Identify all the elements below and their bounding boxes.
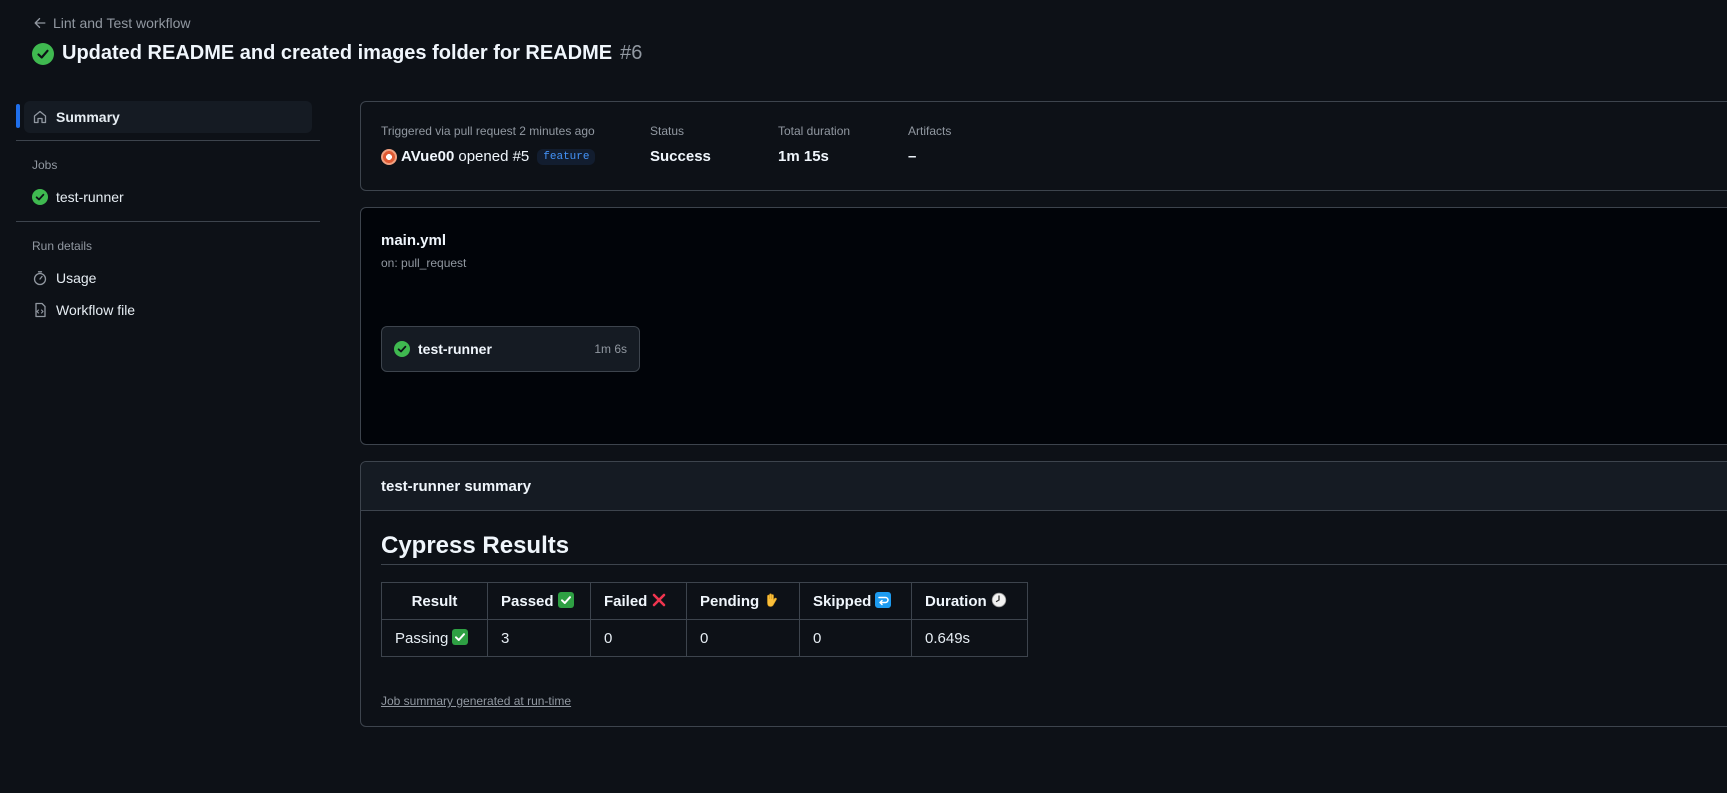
column-header-passed: Passed xyxy=(487,582,591,620)
trigger-info: Triggered via pull request 2 minutes ago… xyxy=(381,124,596,165)
column-header-skipped: Skipped xyxy=(799,582,912,620)
job-duration: 1m 6s xyxy=(594,342,627,356)
sidebar-item-label: Summary xyxy=(56,109,120,125)
branch-badge[interactable]: feature xyxy=(537,148,596,165)
duration-value: 1m 15s xyxy=(778,148,829,165)
sidebar-divider xyxy=(16,221,320,222)
status-label: Status xyxy=(650,124,685,138)
clock-icon xyxy=(991,592,1007,608)
column-header-failed: Failed xyxy=(590,582,687,620)
workflow-file-name: main.yml xyxy=(381,232,447,249)
duration-info: Total duration 1m 15s xyxy=(778,124,850,165)
trigger-label: Triggered via pull request 2 minutes ago xyxy=(381,124,595,138)
duration-label: Total duration xyxy=(778,124,851,138)
success-check-icon xyxy=(32,189,48,205)
job-summary-header: test-runner summary xyxy=(361,462,1727,511)
cross-mark-icon xyxy=(651,592,667,608)
sidebar-item-test-runner[interactable]: test-runner xyxy=(32,189,124,205)
results-table: Result Passed Failed Pending Skipped Dur… xyxy=(381,582,1028,657)
column-header-pending: Pending xyxy=(686,582,800,620)
sidebar-item-label: Workflow file xyxy=(56,302,136,318)
trigger-value: AVue00 opened #5 feature xyxy=(381,148,596,165)
success-check-icon xyxy=(32,42,54,65)
workflow-trigger: on: pull_request xyxy=(381,256,467,270)
run-number: #6 xyxy=(620,42,643,64)
job-name: test-runner xyxy=(418,341,492,357)
status-info: Status Success xyxy=(650,124,711,165)
file-code-icon xyxy=(35,302,46,318)
page-title: Updated README and created images folder… xyxy=(32,42,642,65)
sidebar-run-details-heading: Run details xyxy=(32,239,93,253)
stopwatch-icon xyxy=(33,271,47,286)
avatar xyxy=(381,148,397,165)
job-card-test-runner[interactable]: test-runner 1m 6s xyxy=(381,326,640,372)
job-summary-heading: test-runner summary xyxy=(381,478,532,495)
cypress-results-title: Cypress Results xyxy=(381,532,570,559)
cell-passed: 3 xyxy=(487,619,591,657)
heading-rule xyxy=(381,564,1727,565)
workflow-graph-panel: main.yml on: pull_request test-runner 1m… xyxy=(360,207,1727,445)
sidebar-active-indicator xyxy=(16,104,20,128)
status-value: Success xyxy=(650,148,711,165)
sidebar-item-summary[interactable]: Summary xyxy=(24,101,312,133)
check-mark-button-icon xyxy=(452,629,469,645)
job-summary-panel: test-runner summary Cypress Results Resu… xyxy=(360,461,1727,727)
column-header-result: Result xyxy=(381,582,488,620)
cell-duration: 0.649s xyxy=(911,619,1028,657)
table-row: Passing 3 0 0 0 0.649s xyxy=(381,619,1028,657)
sidebar-item-label: test-runner xyxy=(56,189,124,205)
artifacts-label: Artifacts xyxy=(908,124,952,138)
cell-pending: 0 xyxy=(686,619,800,657)
actor-link[interactable]: AVue00 xyxy=(401,148,454,165)
cell-result: Passing xyxy=(381,619,488,657)
arrow-left-icon xyxy=(34,17,46,29)
sidebar-divider xyxy=(16,140,320,141)
opened-pr-link[interactable]: opened #5 xyxy=(458,148,529,165)
cell-skipped: 0 xyxy=(799,619,912,657)
check-mark-button-icon xyxy=(557,592,574,608)
run-title: Updated README and created images folder… xyxy=(62,42,613,64)
table-header-row: Result Passed Failed Pending Skipped Dur… xyxy=(381,582,1028,620)
sidebar-item-workflow-file[interactable]: Workflow file xyxy=(32,302,135,318)
job-summary-footer-link[interactable]: Job summary generated at run-time xyxy=(381,694,571,708)
run-info-panel: Triggered via pull request 2 minutes ago… xyxy=(360,101,1727,191)
artifacts-info: Artifacts – xyxy=(908,124,951,165)
raised-hand-icon xyxy=(763,592,779,608)
column-header-duration: Duration xyxy=(911,582,1028,620)
artifacts-value: – xyxy=(908,148,917,165)
success-check-icon xyxy=(394,341,410,357)
back-to-workflow-link[interactable]: Lint and Test workflow xyxy=(33,15,190,31)
cell-failed: 0 xyxy=(590,619,687,657)
sidebar-item-usage[interactable]: Usage xyxy=(32,270,96,286)
sidebar-item-label: Usage xyxy=(56,270,97,286)
back-link-label: Lint and Test workflow xyxy=(53,15,191,31)
home-icon xyxy=(33,110,47,124)
return-arrow-icon xyxy=(875,592,892,608)
sidebar-jobs-heading: Jobs xyxy=(32,158,58,172)
